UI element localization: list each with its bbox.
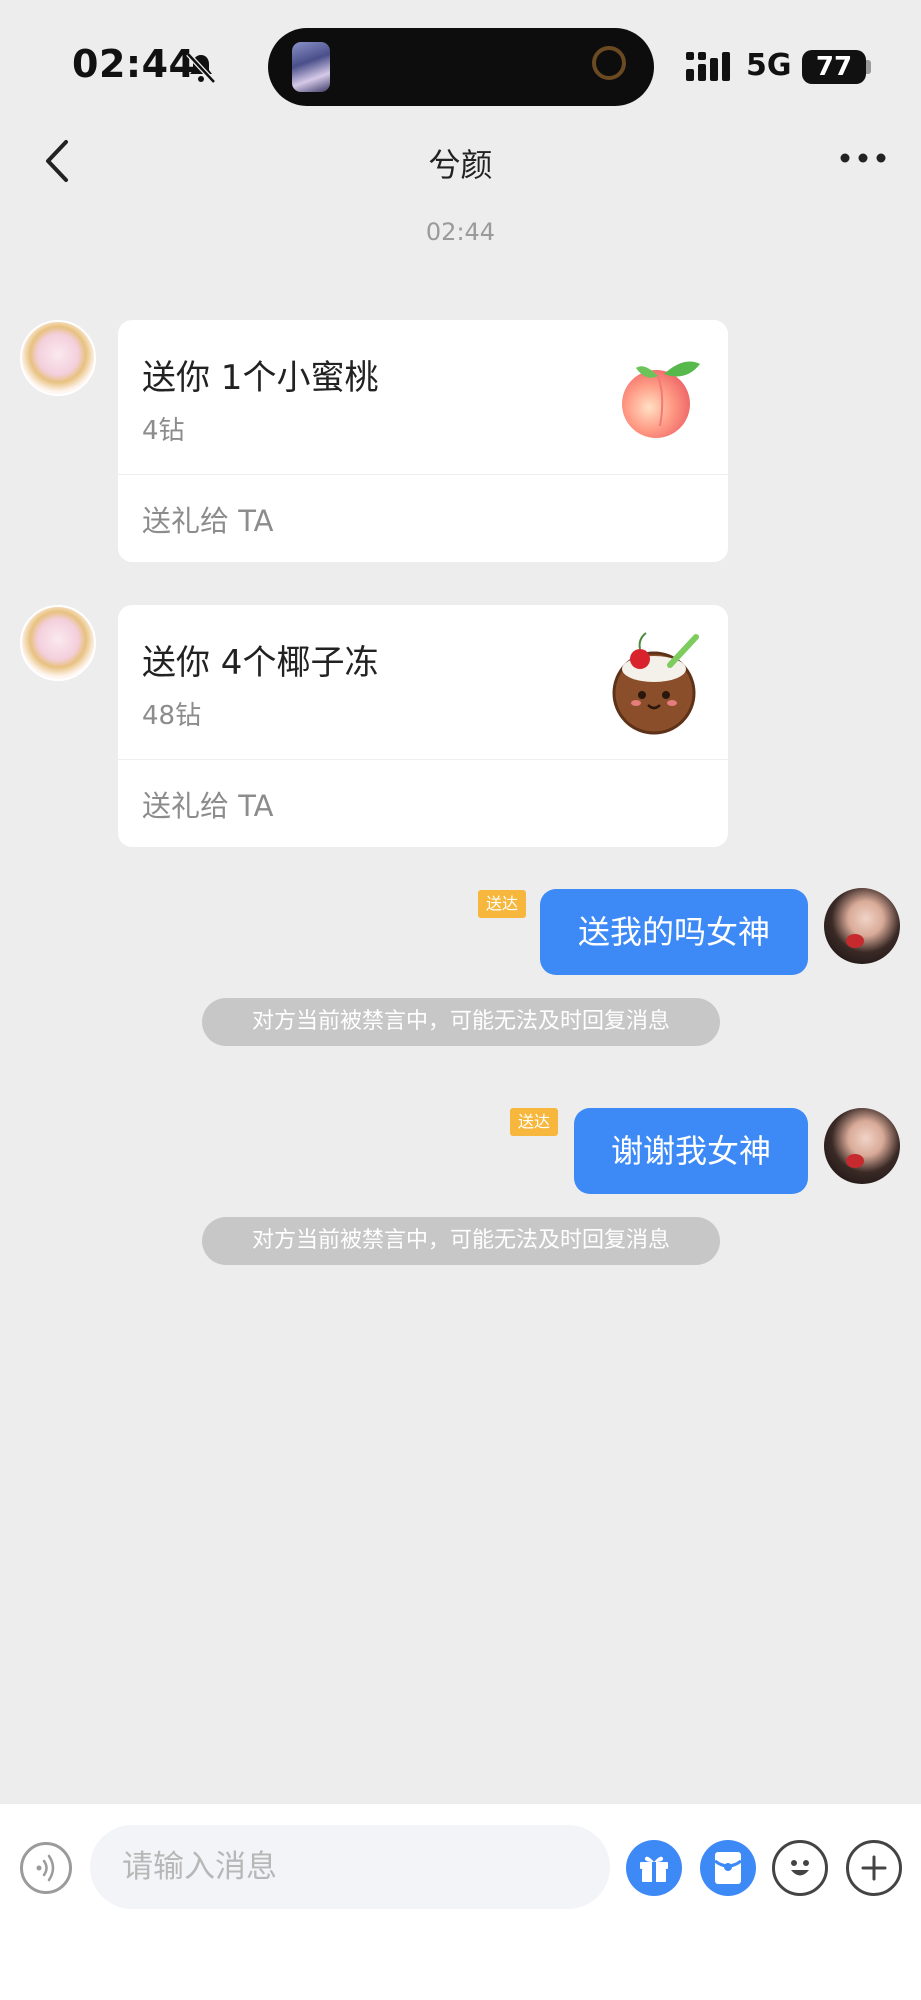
voice-input-button[interactable]: [20, 1842, 72, 1894]
gift-price: 48钻: [142, 701, 202, 731]
bell-muted-icon: [186, 52, 216, 84]
message-bubble[interactable]: 送我的吗女神: [540, 889, 808, 975]
gift-box-icon: [640, 1856, 668, 1882]
contact-avatar[interactable]: [20, 320, 96, 396]
peach-icon: [622, 361, 700, 438]
message-input[interactable]: [90, 1825, 610, 1909]
gift-card[interactable]: 送你 4个椰子冻 48钻 送礼给 TA: [118, 605, 728, 847]
send-gift-link[interactable]: 送礼给 TA: [142, 498, 274, 540]
contact-avatar[interactable]: [20, 605, 96, 681]
message-bubble[interactable]: 谢谢我女神: [574, 1108, 808, 1194]
red-packet-button[interactable]: [700, 1840, 756, 1896]
more-options-icon[interactable]: [836, 140, 890, 176]
smiley-icon: [791, 1860, 809, 1876]
delivered-badge: 送达: [510, 1108, 559, 1136]
muted-notice: 对方当前被禁言中，可能无法及时回复消息: [202, 1217, 720, 1265]
sound-wave-icon: [36, 1854, 55, 1882]
chat-title: 兮颜: [428, 146, 493, 184]
gift-button[interactable]: [626, 1840, 682, 1896]
now-playing-artwork: [292, 42, 330, 92]
muted-notice: 对方当前被禁言中，可能无法及时回复消息: [202, 998, 720, 1046]
network-type: 5G: [746, 48, 792, 83]
signal-icon: [686, 52, 730, 81]
coconut-jelly-icon: [612, 632, 699, 735]
my-avatar[interactable]: [824, 888, 900, 964]
red-packet-icon: [714, 1852, 742, 1884]
battery-level: 77: [802, 50, 866, 84]
battery-cap: [866, 60, 871, 74]
delivered-badge: 送达: [478, 890, 527, 918]
card-divider: [118, 474, 728, 475]
status-time: 02:44: [72, 42, 196, 86]
gift-price: 4钻: [142, 416, 185, 446]
gift-title: 送你 1个小蜜桃: [142, 358, 379, 398]
more-actions-button[interactable]: [846, 1840, 902, 1896]
activity-ring-icon: [592, 46, 626, 80]
emoji-button[interactable]: [772, 1840, 828, 1896]
card-divider: [118, 759, 728, 760]
gift-title: 送你 4个椰子冻: [142, 643, 379, 683]
plus-icon: [861, 1855, 887, 1881]
gift-card[interactable]: 送你 1个小蜜桃 4钻 送礼给 TA: [118, 320, 728, 562]
message-timestamp: 02:44: [425, 218, 496, 246]
my-avatar[interactable]: [824, 1108, 900, 1184]
send-gift-link[interactable]: 送礼给 TA: [142, 783, 274, 825]
